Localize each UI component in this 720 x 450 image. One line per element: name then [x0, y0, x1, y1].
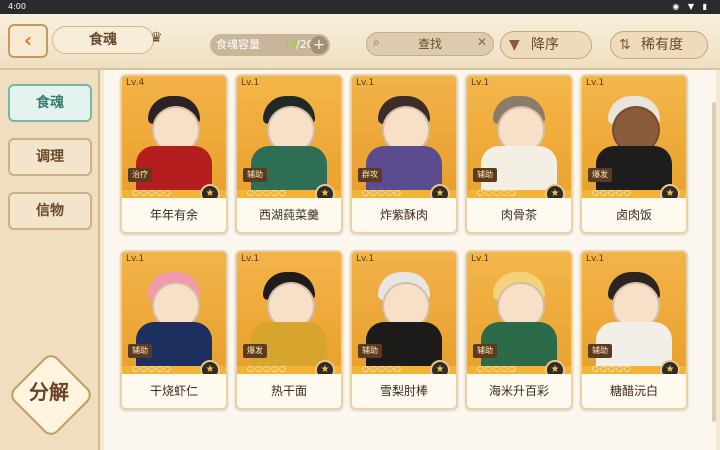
status-bar: 4:00 ◉ ▼ ▮ [0, 0, 720, 14]
screen: ‹ 食魂 ♛ 食魂容量 18 /200 + ⌕ 查找 ✕ ▼ 降序 ⇅ 稀有度 … [0, 14, 720, 450]
star-rating: ○○○○○ [132, 364, 172, 373]
food-soul-card[interactable]: Lv.1 辅助 ○○○○○ ★ 西湖莼菜羹 [235, 74, 343, 234]
card-level: Lv.4 [126, 78, 145, 88]
card-level: Lv.1 [586, 78, 605, 88]
food-soul-card[interactable]: Lv.1 辅助 ○○○○○ ★ 干烧虾仁 [120, 250, 228, 410]
back-arrow-icon: ‹ [23, 28, 33, 52]
role-tag: 辅助 [358, 344, 382, 358]
card-level: Lv.1 [586, 254, 605, 264]
capacity-label: 食魂容量 [216, 38, 260, 51]
page-title: 食魂 [52, 26, 154, 54]
food-soul-card[interactable]: Lv.1 群攻 ○○○○○ ★ 炸紫酥肉 [350, 74, 458, 234]
sidebar-tab-tiaoli[interactable]: 调理 [8, 138, 92, 176]
card-level: Lv.1 [241, 78, 260, 88]
card-name: 年年有余 [122, 198, 226, 232]
search-text: 查找 [417, 37, 442, 51]
card-name: 海米升百彩 [467, 374, 571, 408]
card-level: Lv.1 [356, 254, 375, 264]
search-box[interactable]: ⌕ 查找 ✕ [366, 32, 494, 56]
star-rating: ○○○○○ [362, 364, 402, 373]
food-soul-card[interactable]: Lv.4 治疗 ○○○○○ ★ 年年有余 [120, 74, 228, 234]
card-level: Lv.1 [356, 78, 375, 88]
card-level: Lv.1 [471, 78, 490, 88]
card-level: Lv.1 [126, 254, 145, 264]
rarity-sort-label: 稀有度 [641, 37, 683, 53]
crown-icon: ♛ [150, 30, 163, 46]
scrollbar[interactable] [712, 102, 716, 422]
card-name: 西湖莼菜羹 [237, 198, 341, 232]
capacity-indicator: 食魂容量 18 /200 + [210, 34, 330, 56]
card-level: Lv.1 [471, 254, 490, 264]
role-tag: 辅助 [473, 344, 497, 358]
sort-order-button[interactable]: ▼ 降序 [500, 31, 592, 59]
card-level: Lv.1 [241, 254, 260, 264]
card-grid: Lv.4 治疗 ○○○○○ ★ 年年有余 Lv.1 辅助 ○○○○○ ★ 西湖莼… [104, 70, 716, 450]
role-tag: 爆发 [588, 168, 612, 182]
star-rating: ○○○○○ [592, 364, 632, 373]
card-name: 肉骨茶 [467, 198, 571, 232]
sort-order-label: 降序 [531, 37, 559, 53]
status-time: 4:00 [8, 2, 26, 11]
card-name: 干烧虾仁 [122, 374, 226, 408]
back-button[interactable]: ‹ [8, 24, 48, 58]
food-soul-card[interactable]: Lv.1 爆发 ○○○○○ ★ 热干面 [235, 250, 343, 410]
status-icons: ◉ ▼ ▮ [672, 2, 710, 11]
food-soul-card[interactable]: Lv.1 辅助 ○○○○○ ★ 糖醋沅白 [580, 250, 688, 410]
food-soul-card[interactable]: Lv.1 辅助 ○○○○○ ★ 海米升百彩 [465, 250, 573, 410]
clear-icon[interactable]: ✕ [477, 35, 487, 49]
food-soul-card[interactable]: Lv.1 辅助 ○○○○○ ★ 肉骨茶 [465, 74, 573, 234]
star-rating: ○○○○○ [362, 188, 402, 197]
food-soul-card[interactable]: Lv.1 辅助 ○○○○○ ★ 雪梨肘棒 [350, 250, 458, 410]
star-rating: ○○○○○ [132, 188, 172, 197]
star-rating: ○○○○○ [477, 188, 517, 197]
role-tag: 群攻 [358, 168, 382, 182]
star-rating: ○○○○○ [247, 188, 287, 197]
sort-down-icon: ▼ [509, 37, 520, 53]
role-tag: 辅助 [243, 168, 267, 182]
role-tag: 辅助 [128, 344, 152, 358]
role-tag: 辅助 [588, 344, 612, 358]
card-name: 糖醋沅白 [582, 374, 686, 408]
add-capacity-button[interactable]: + [310, 36, 328, 54]
sidebar-tab-xinwu[interactable]: 信物 [8, 192, 92, 230]
star-rating: ○○○○○ [592, 188, 632, 197]
food-soul-card[interactable]: Lv.1 爆发 ○○○○○ ★ 卤肉饭 [580, 74, 688, 234]
role-tag: 辅助 [473, 168, 497, 182]
role-tag: 爆发 [243, 344, 267, 358]
star-rating: ○○○○○ [477, 364, 517, 373]
top-bar: ‹ 食魂 ♛ 食魂容量 18 /200 + ⌕ 查找 ✕ ▼ 降序 ⇅ 稀有度 [0, 14, 720, 70]
card-name: 热干面 [237, 374, 341, 408]
star-rating: ○○○○○ [247, 364, 287, 373]
card-name: 雪梨肘棒 [352, 374, 456, 408]
role-tag: 治疗 [128, 168, 152, 182]
decompose-label[interactable]: 分解 [10, 377, 88, 407]
sidebar-tab-shihun[interactable]: 食魂 [8, 84, 92, 122]
swap-icon: ⇅ [619, 37, 631, 53]
sidebar: 食魂 调理 信物 分解 [0, 70, 100, 450]
card-name: 卤肉饭 [582, 198, 686, 232]
card-name: 炸紫酥肉 [352, 198, 456, 232]
rarity-sort-button[interactable]: ⇅ 稀有度 [610, 31, 708, 59]
